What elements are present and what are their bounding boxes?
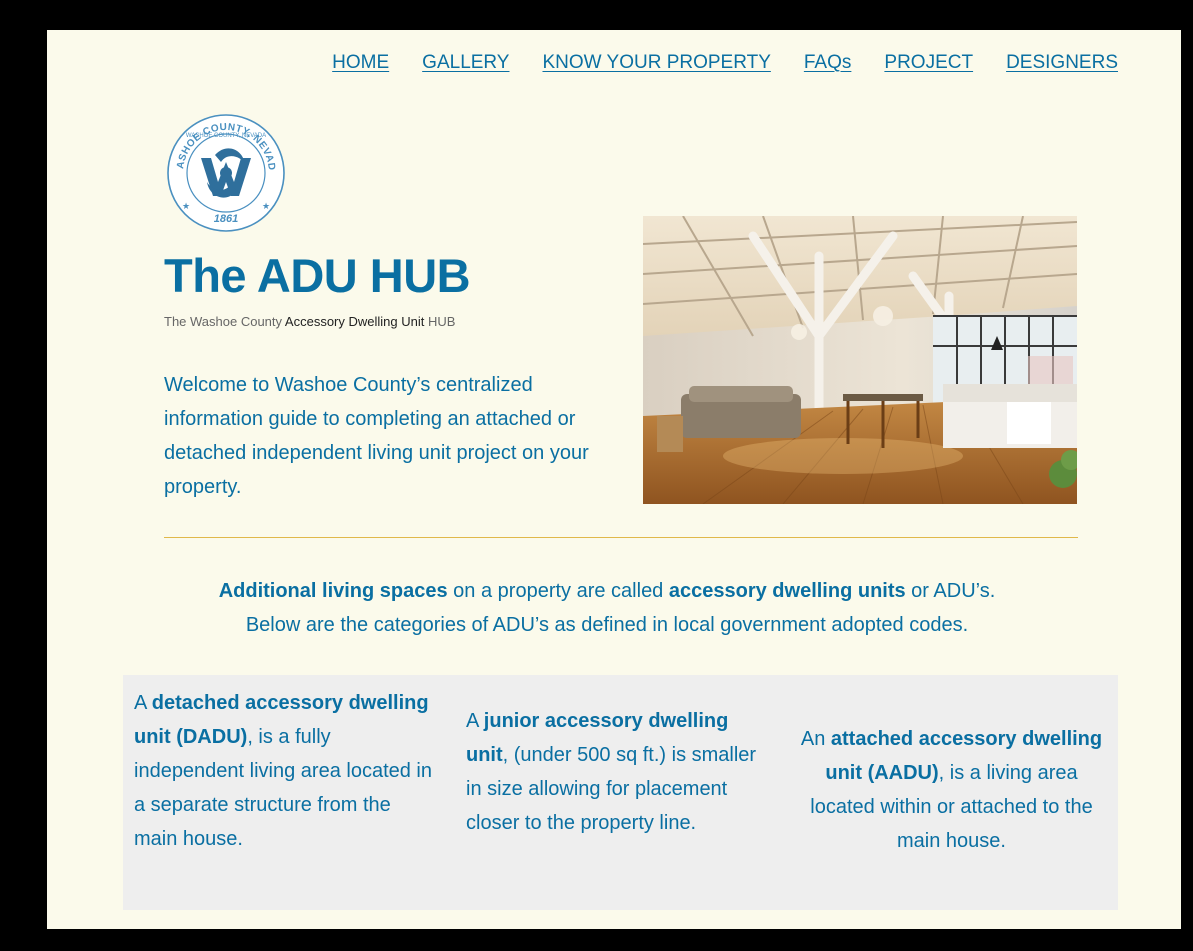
adu-categories-panel: A detached accessory dwelling unit (DADU… (123, 675, 1118, 910)
hero-loft-photo (643, 216, 1077, 504)
county-seal-logo: WASHOE COUNTY, NEVADA 1861 ★ ★ WASHOE CO… (160, 104, 287, 234)
nav-home-link[interactable]: HOME (332, 52, 389, 74)
nav-designers-link[interactable]: DESIGNERS (1006, 52, 1118, 74)
nav-project-link[interactable]: PROJECT (884, 52, 973, 74)
section-divider (164, 537, 1078, 538)
card-detached-adu: A detached accessory dwelling unit (DADU… (134, 692, 432, 850)
adu-intro-line2: Below are the categories of ADU’s as def… (245, 614, 969, 636)
adu-intro-line1: Additional living spaces on a property a… (218, 580, 996, 602)
nav-faqs-link[interactable]: FAQs (804, 52, 852, 74)
welcome-text: Welcome to Washoe County’s centralized i… (164, 374, 589, 498)
main-nav: HOME GALLERY KNOW YOUR PROPERTY FAQs PRO… (332, 52, 1118, 74)
card-attached-adu: An attached accessory dwelling unit (AAD… (800, 728, 1103, 852)
nav-know-your-property-link[interactable]: KNOW YOUR PROPERTY (542, 52, 770, 74)
page: HOME GALLERY KNOW YOUR PROPERTY FAQs PRO… (47, 30, 1181, 929)
svg-text:★: ★ (182, 201, 190, 211)
site-title: The ADU HUB (164, 249, 471, 302)
adu-intro: Additional living spaces on a property a… (107, 574, 1107, 642)
site-tagline: The Washoe County Accessory Dwelling Uni… (164, 314, 456, 329)
nav-gallery-link[interactable]: GALLERY (422, 52, 509, 74)
card-junior-adu: A junior accessory dwelling unit, (under… (466, 710, 757, 834)
svg-text:★: ★ (262, 201, 270, 211)
svg-text:WASHOE COUNTY, NEVADA: WASHOE COUNTY, NEVADA (186, 133, 266, 139)
svg-text:1861: 1861 (214, 213, 238, 225)
